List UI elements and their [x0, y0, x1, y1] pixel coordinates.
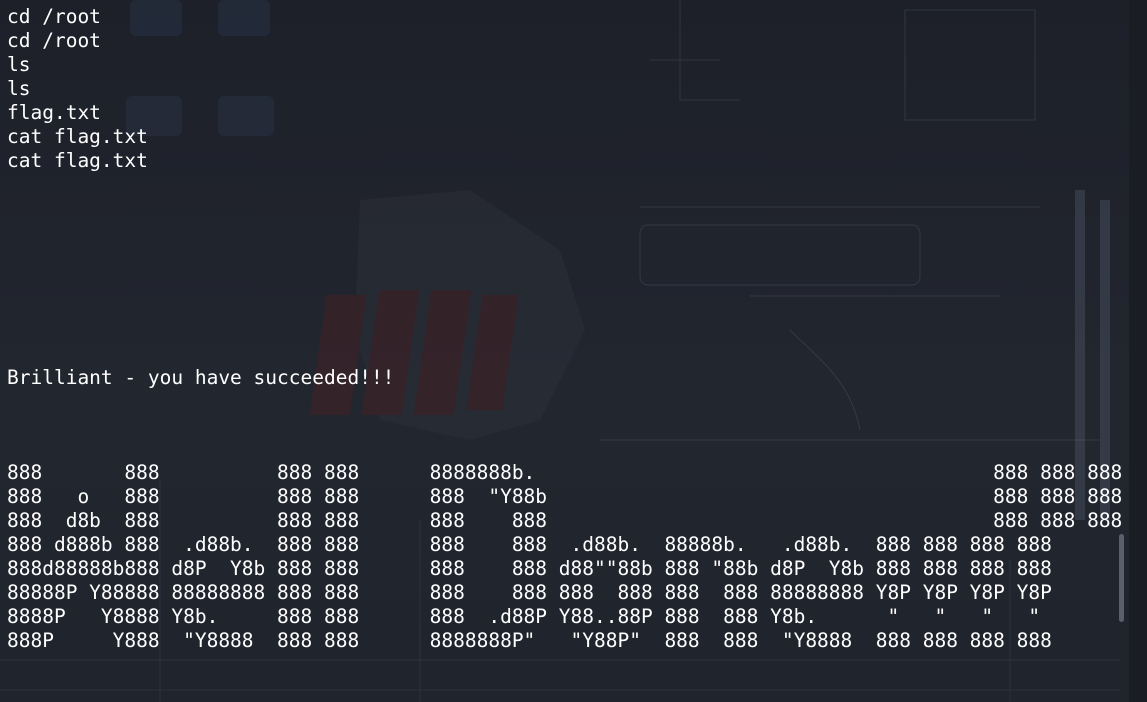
ascii-art-line-7: 8888P Y8888 Y8b. 888 888 888 .d88P Y88..…: [7, 605, 1041, 628]
terminal-line-1: cd /root: [7, 5, 101, 28]
scrollbar-thumb[interactable]: [1119, 534, 1124, 622]
terminal-line-6: cat flag.txt: [7, 125, 148, 148]
terminal-line-4: ls: [7, 77, 31, 100]
terminal-line-5: flag.txt: [7, 101, 101, 124]
faint-circuit-art: [600, 0, 1100, 441]
terminal-line-7: cat flag.txt: [7, 149, 148, 172]
ascii-art-line-2: 888 o 888 888 888 888 "Y88b 888 888 888 …: [7, 485, 1147, 508]
ascii-art-line-6: 88888P Y88888 88888888 888 888 888 888 8…: [7, 581, 1052, 604]
faint-desktop-icons: [126, 0, 274, 136]
ascii-art-line-5: 888d88888b888 d8P Y8b 888 888 888 888 d8…: [7, 557, 1052, 580]
ascii-art-line-4: 888 d888b 888 .d88b. 888 888 888 888 .d8…: [7, 533, 1052, 556]
faint-logo: [309, 190, 585, 440]
ascii-art-line-3: 888 d8b 888 888 888 888 888 888 888 888 …: [7, 509, 1147, 532]
terminal-window[interactable]: cd /root cd /root ls ls flag.txt cat fla…: [0, 0, 1147, 702]
side-panel-edge: [1129, 0, 1147, 702]
ascii-art-line-8: 888P Y888 "Y8888 888 888 8888888P" "Y88P…: [7, 629, 1052, 652]
success-message: Brilliant - you have succeeded!!!: [7, 366, 395, 389]
terminal-line-2: cd /root: [7, 29, 101, 52]
ascii-art-line-1: 888 888 888 888 8888888b. 888 888 888 88…: [7, 461, 1147, 484]
terminal-line-3: ls: [7, 53, 31, 76]
